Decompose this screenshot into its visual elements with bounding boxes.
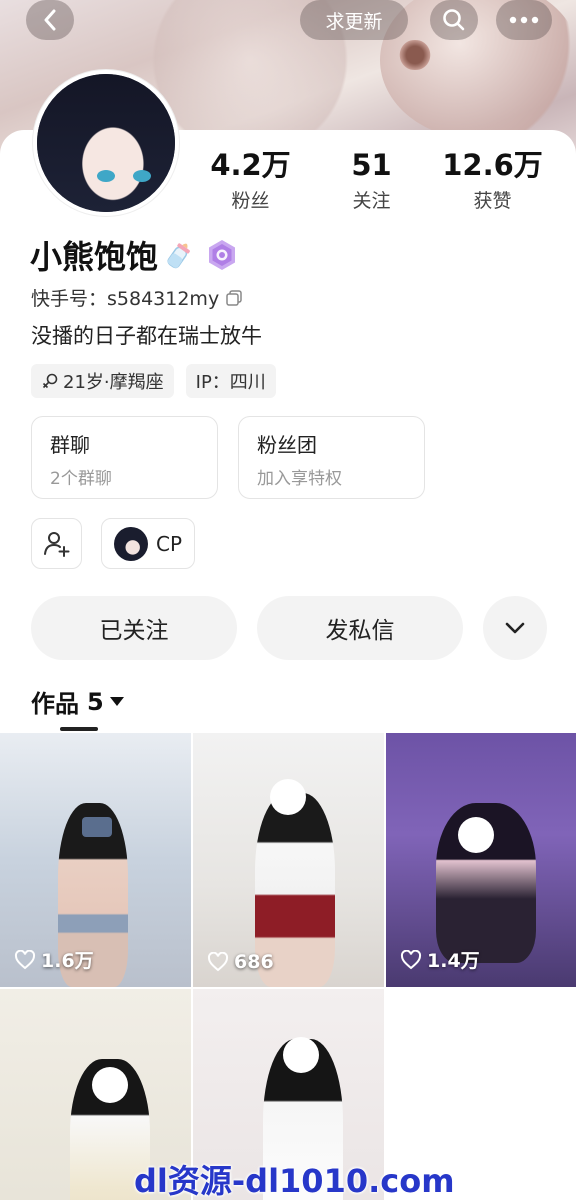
like-count-text: 1.4万 [427, 950, 480, 972]
level-badge-icon[interactable] [206, 239, 238, 271]
copy-icon[interactable] [225, 289, 243, 307]
fan-club-title: 粉丝团 [257, 433, 317, 457]
group-cards: 群聊 2个群聊 粉丝团 加入享特权 [31, 416, 425, 499]
profile-name: 小熊饱饱 [30, 238, 159, 276]
stat-label: 关注 [352, 190, 391, 212]
stat-value: 51 [351, 148, 392, 182]
name-row: 小熊饱饱 [30, 232, 238, 278]
avatar[interactable] [33, 70, 179, 216]
ip-tag: IP：四川 [185, 364, 276, 398]
face-blur [458, 817, 494, 853]
caret-down-icon [109, 697, 124, 706]
account-id: 快手号：s584312my [31, 288, 220, 310]
work-tile[interactable]: 1.6万 [0, 733, 191, 987]
cp-row: CP [31, 518, 196, 569]
add-user-icon [43, 531, 69, 557]
baby-bottle-icon [167, 243, 190, 269]
age-tag: 21岁·摩羯座 [31, 364, 174, 398]
age-tag-text: 21岁·摩羯座 [63, 372, 164, 393]
avatar-image [37, 74, 175, 212]
banner-art-eye [395, 40, 435, 70]
works-count: 5 [87, 687, 104, 716]
like-count: 1.4万 [400, 946, 480, 973]
group-chat-card[interactable]: 群聊 2个群聊 [31, 416, 218, 499]
avatar-eye [133, 170, 151, 182]
like-count: 686 [207, 951, 274, 973]
profile-tags: 21岁·摩羯座 IP：四川 [31, 364, 276, 398]
avatar-eye [97, 170, 115, 182]
stat-fans[interactable]: 4.2万 粉丝 [190, 148, 311, 213]
group-chat-subtitle: 2个群聊 [50, 469, 112, 489]
work-tile[interactable]: 686 [193, 733, 384, 987]
stat-following[interactable]: 51 关注 [311, 148, 432, 213]
cp-label: CP [156, 531, 183, 556]
profile-stats: 4.2万 粉丝 51 关注 12.6万 获赞 [190, 148, 576, 213]
request-update-button[interactable]: 求更新 [300, 0, 408, 40]
tab-indicator [60, 727, 98, 731]
stat-label: 获赞 [473, 190, 512, 212]
following-button[interactable]: 已关注 [31, 596, 237, 660]
face-blur [283, 1037, 319, 1073]
search-button[interactable] [430, 0, 478, 40]
face-blur [82, 817, 112, 837]
add-friend-button[interactable] [31, 518, 82, 569]
more-icon [509, 16, 539, 24]
cp-button[interactable]: CP [101, 518, 196, 569]
back-icon [44, 9, 56, 31]
stat-value: 12.6万 [442, 148, 543, 182]
message-button[interactable]: 发私信 [257, 596, 463, 660]
like-count-text: 1.6万 [41, 950, 94, 972]
back-button[interactable] [26, 0, 74, 40]
face-blur [92, 1067, 128, 1103]
like-count-text: 686 [234, 951, 274, 973]
fan-club-subtitle: 加入享特权 [257, 469, 342, 489]
tab-works[interactable]: 作品 5 [31, 684, 124, 719]
stat-value: 4.2万 [210, 148, 291, 182]
works-tab-label: 作品 [31, 690, 79, 718]
profile-bio: 没播的日子都在瑞士放牛 [31, 324, 262, 348]
chevron-down-icon [505, 622, 525, 634]
ip-tag-text: IP：四川 [195, 372, 266, 393]
search-icon [443, 9, 465, 31]
heart-icon [207, 952, 229, 972]
stat-label: 粉丝 [231, 190, 270, 212]
fan-club-card[interactable]: 粉丝团 加入享特权 [238, 416, 425, 499]
work-tile[interactable]: 1.4万 [386, 733, 576, 987]
stat-likes[interactable]: 12.6万 获赞 [432, 148, 553, 213]
heart-icon [400, 949, 422, 969]
female-icon [42, 373, 58, 389]
expand-button[interactable] [483, 596, 547, 660]
action-buttons: 已关注 发私信 [31, 596, 547, 660]
like-count: 1.6万 [14, 946, 94, 973]
more-button[interactable] [496, 0, 552, 40]
group-chat-title: 群聊 [50, 433, 90, 457]
account-id-row[interactable]: 快手号：s584312my [31, 284, 243, 311]
face-blur [270, 779, 306, 815]
cp-avatar [114, 526, 148, 561]
heart-icon [14, 949, 36, 969]
watermark: dl资源-dl1010.com [134, 1162, 455, 1200]
